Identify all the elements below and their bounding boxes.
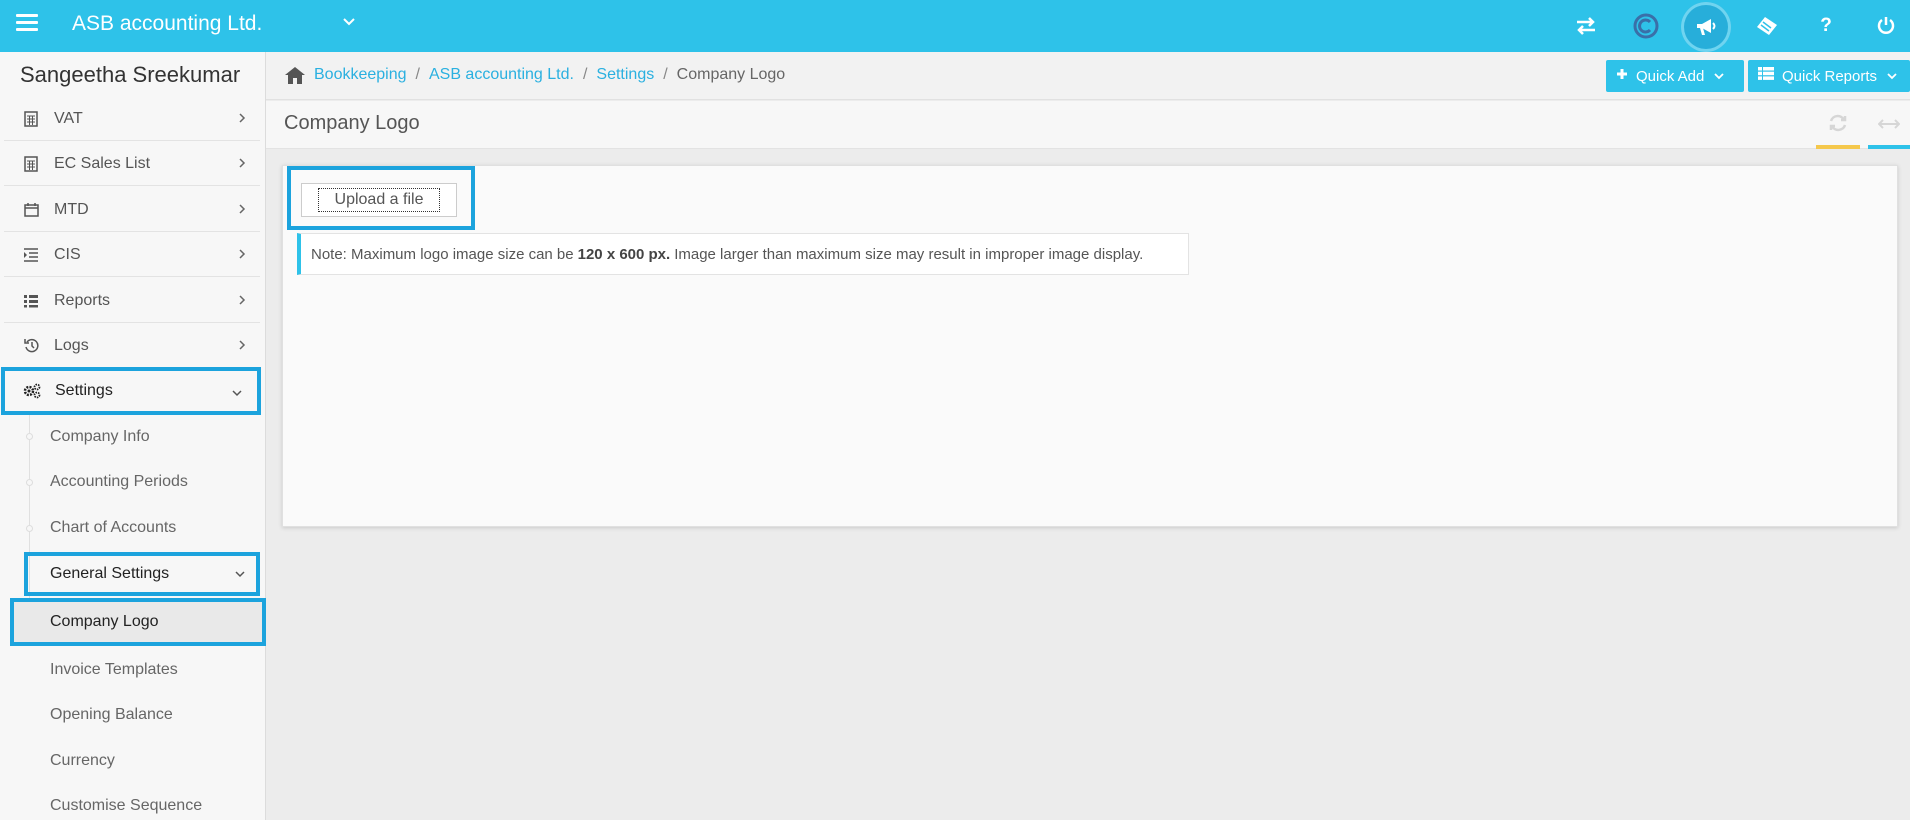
home-icon[interactable] [284, 65, 306, 85]
chevron-right-icon [238, 153, 246, 174]
power-icon[interactable] [1870, 10, 1902, 42]
sidebar-subitem-company-info[interactable]: Company Info [24, 415, 260, 459]
transfer-icon[interactable] [1570, 10, 1602, 42]
sidebar-item-cis[interactable]: CIS [4, 233, 260, 277]
chevron-down-icon[interactable] [343, 14, 355, 30]
history-icon [20, 338, 42, 353]
megaphone-icon[interactable] [1681, 2, 1731, 52]
plus-icon [1616, 67, 1628, 85]
tab-indicator-blue [1868, 145, 1910, 149]
chevron-down-icon [1887, 69, 1897, 83]
chevron-right-icon [238, 290, 246, 311]
sidebar-item-label: EC Sales List [54, 154, 151, 172]
sidebar-subitem-currency[interactable]: Currency [24, 739, 260, 783]
sidebar-item-label: Reports [54, 291, 111, 309]
note-prefix: Note: Maximum logo image size can be [311, 245, 574, 263]
ticket-icon[interactable] [1751, 10, 1783, 42]
top-navbar: ASB accounting Ltd. ? [0, 0, 1910, 52]
breadcrumb-link-settings[interactable]: Settings [596, 66, 654, 84]
breadcrumb-current: Company Logo [676, 66, 786, 83]
note-size: 120 x 600 px. [577, 245, 671, 263]
sidebar: Sangeetha Sreekumar VAT EC Sales List MT… [0, 52, 266, 820]
expand-horizontal-icon[interactable] [1877, 111, 1901, 137]
sidebar-subitem-invoice-templates[interactable]: Invoice Templates [24, 648, 260, 692]
sidebar-item-vat[interactable]: VAT [4, 97, 260, 141]
company-selector[interactable]: ASB accounting Ltd. [72, 12, 262, 36]
sidebar-item-label: Logs [54, 336, 89, 354]
sidebar-subitem-chart-of-accounts[interactable]: Chart of Accounts [24, 506, 260, 550]
breadcrumb-separator: / [415, 66, 420, 83]
refresh-icon[interactable] [1828, 113, 1848, 139]
sidebar-subitem-general-settings[interactable]: General Settings [24, 552, 260, 596]
chevron-down-icon [234, 565, 246, 583]
chevron-down-icon [1714, 69, 1725, 83]
content-panel: Upload a file Note: Maximum logo image s… [282, 165, 1898, 527]
calculator-icon [20, 155, 42, 172]
calendar-icon [20, 202, 42, 217]
breadcrumb-bar: Bookkeeping / ASB accounting Ltd. / Sett… [266, 52, 1910, 100]
note-alert: Note: Maximum logo image size can be 120… [297, 233, 1189, 275]
upload-file-button[interactable]: Upload a file [301, 183, 457, 217]
breadcrumb-separator: / [663, 66, 668, 83]
help-icon[interactable]: ? [1810, 10, 1842, 42]
breadcrumb-separator: / [582, 66, 588, 83]
sidebar-item-label: CIS [54, 245, 81, 263]
quick-add-button[interactable]: Quick Add [1606, 60, 1744, 92]
sidebar-subitem-accounting-periods[interactable]: Accounting Periods [24, 460, 260, 504]
chevron-right-icon [238, 199, 246, 220]
upload-file-label: Upload a file [317, 188, 441, 212]
upload-highlight: Upload a file [287, 166, 475, 230]
breadcrumb-link-bookkeeping[interactable]: Bookkeeping [314, 66, 407, 84]
indent-icon [20, 247, 42, 262]
chevron-down-icon [231, 381, 243, 402]
sidebar-item-label: Settings [55, 382, 113, 399]
note-suffix: Image larger than maximum size may resul… [674, 245, 1144, 263]
c-logo-icon[interactable] [1630, 10, 1662, 42]
sidebar-item-settings[interactable]: Settings [1, 367, 261, 415]
chevron-right-icon [238, 335, 246, 356]
breadcrumb-link-company[interactable]: ASB accounting Ltd. [429, 66, 574, 84]
quick-reports-label: Quick Reports [1782, 67, 1878, 85]
tab-indicator-yellow [1816, 145, 1860, 149]
sidebar-subitem-company-logo[interactable]: Company Logo [10, 598, 266, 646]
sidebar-item-logs[interactable]: Logs [4, 324, 260, 368]
chevron-right-icon [238, 244, 246, 265]
chevron-right-icon [238, 108, 246, 129]
sidebar-subitem-opening-balance[interactable]: Opening Balance [24, 693, 260, 737]
page-title: Company Logo [284, 112, 420, 134]
sidebar-item-label: MTD [54, 200, 89, 218]
sidebar-item-label: VAT [54, 109, 83, 127]
sidebar-item-ec-sales-list[interactable]: EC Sales List [4, 142, 260, 186]
page-header: Company Logo [266, 101, 1910, 149]
quick-reports-button[interactable]: Quick Reports [1748, 60, 1910, 92]
menu-icon[interactable] [16, 14, 38, 32]
quick-add-label: Quick Add [1636, 67, 1705, 85]
cogs-icon [21, 383, 43, 399]
user-name: Sangeetha Sreekumar [20, 62, 241, 87]
sidebar-subitem-customise-sequence[interactable]: Customise Sequence [24, 784, 260, 820]
list-icon [20, 294, 42, 308]
calculator-icon [20, 110, 42, 127]
table-icon [1758, 67, 1774, 85]
sidebar-item-reports[interactable]: Reports [4, 279, 260, 323]
sidebar-item-mtd[interactable]: MTD [4, 188, 260, 232]
sidebar-subitem-label: General Settings [50, 565, 170, 582]
breadcrumb: Bookkeeping / ASB accounting Ltd. / Sett… [314, 66, 785, 84]
